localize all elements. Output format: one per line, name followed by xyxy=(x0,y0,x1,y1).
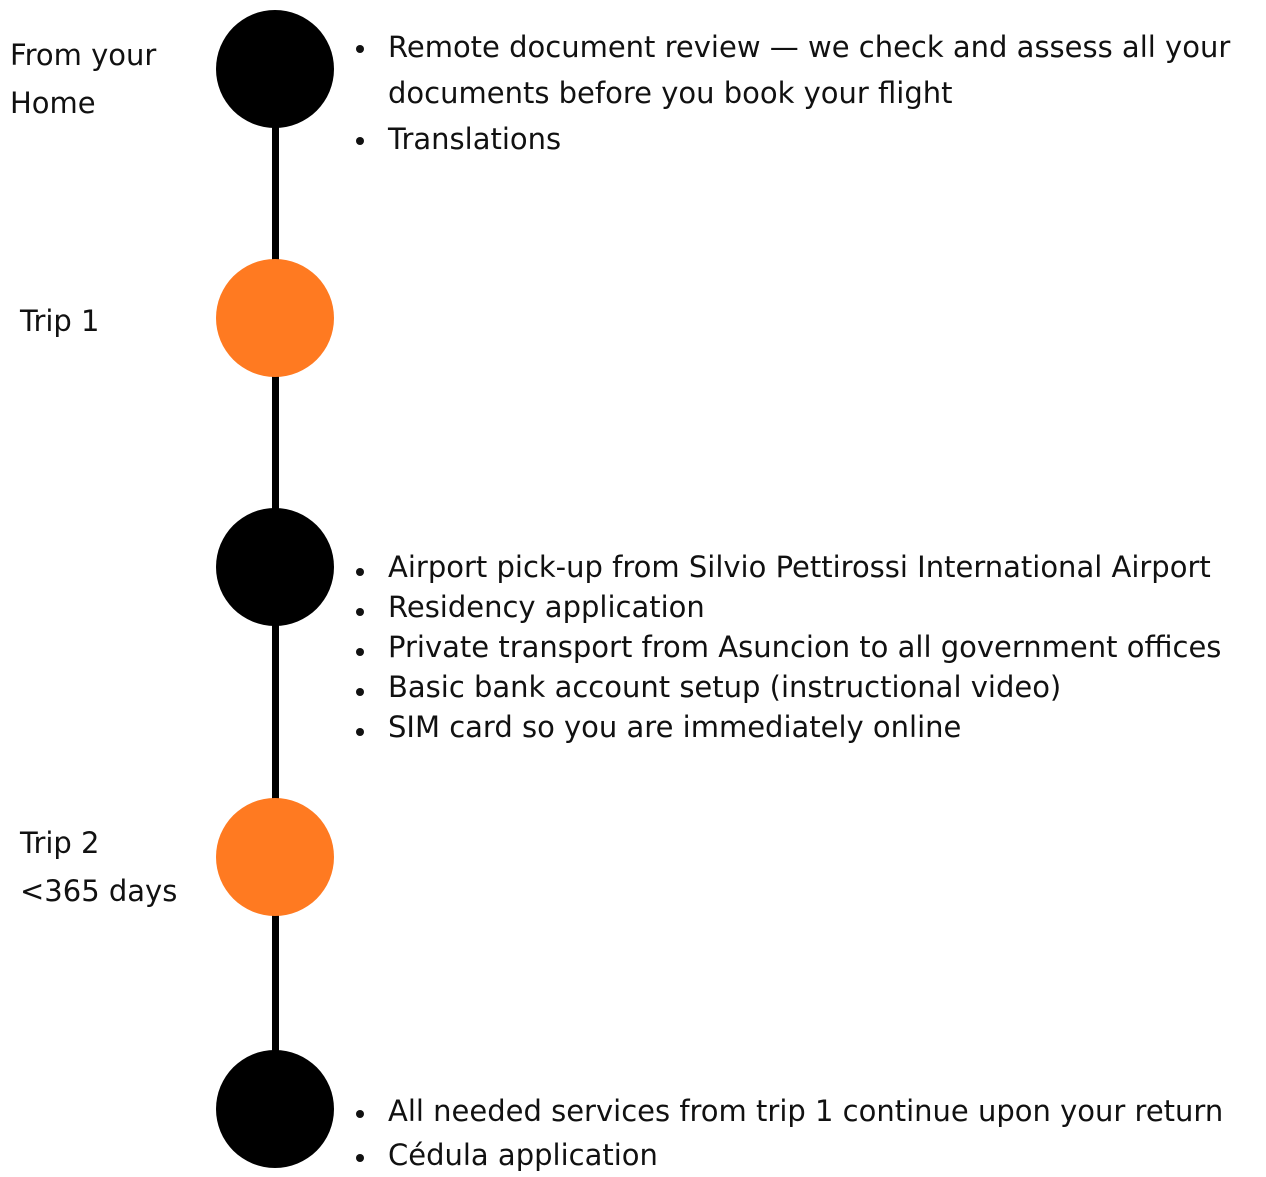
timeline-node-home xyxy=(216,10,334,128)
timeline-node-trip1 xyxy=(216,259,334,377)
home-label-line2: Home xyxy=(10,86,96,120)
trip1-service-item: Basic bank account setup (instructional … xyxy=(355,667,1221,707)
home-service-item: Remote document review — we check and as… xyxy=(355,24,1230,70)
home-service-item-continuation: documents before you book your flight xyxy=(388,76,953,110)
trip1-service-item: SIM card so you are immediately online xyxy=(355,707,1221,747)
timeline-node-trip2 xyxy=(216,798,334,916)
home-label: From your Home xyxy=(10,31,156,127)
home-label-line1: From your xyxy=(10,38,157,72)
timeline-node-trip1-services xyxy=(216,508,334,626)
trip2-services-list: All needed services from trip 1 continue… xyxy=(355,1089,1223,1177)
trip2-service-item: Cédula application xyxy=(355,1133,1223,1177)
trip1-service-item: Airport pick-up from Silvio Pettirossi I… xyxy=(355,547,1221,587)
trip1-service-item: Residency application xyxy=(355,587,1221,627)
timeline-node-trip2-services xyxy=(216,1050,334,1168)
trip2-label-line1: Trip 2 xyxy=(20,826,100,860)
trip1-label-text: Trip 1 xyxy=(20,304,100,338)
trip1-services-list: Airport pick-up from Silvio Pettirossi I… xyxy=(355,547,1221,747)
home-service-item: Translations xyxy=(355,116,1230,162)
trip2-service-item: All needed services from trip 1 continue… xyxy=(355,1089,1223,1133)
home-services-list: Remote document review — we check and as… xyxy=(355,24,1230,162)
trip1-service-item: Private transport from Asuncion to all g… xyxy=(355,627,1221,667)
trip2-label-line2: <365 days xyxy=(20,874,178,908)
trip1-label: Trip 1 xyxy=(20,297,100,345)
trip2-label: Trip 2 <365 days xyxy=(20,819,177,915)
